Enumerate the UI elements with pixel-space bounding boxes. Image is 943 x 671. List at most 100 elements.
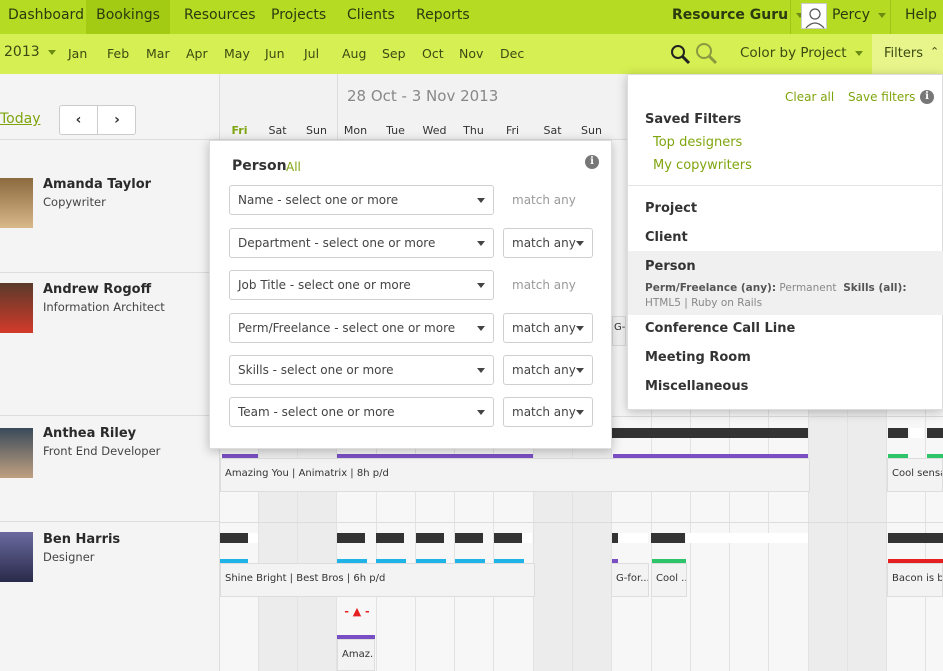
month-jun[interactable]: Jun bbox=[265, 46, 285, 61]
person-name: Anthea Riley bbox=[43, 426, 137, 441]
divider bbox=[628, 185, 943, 186]
nav-bookings[interactable]: Bookings bbox=[86, 0, 170, 34]
zoom-out-icon[interactable] bbox=[695, 42, 719, 70]
row-divider bbox=[220, 522, 943, 523]
nav-dashboard[interactable]: Dashboard bbox=[8, 0, 84, 34]
color-by-select[interactable]: Color by Project bbox=[740, 45, 863, 61]
filter-category-person[interactable]: Person Perm/Freelance (any): Permanent S… bbox=[628, 251, 943, 315]
info-icon[interactable]: i bbox=[920, 90, 934, 104]
match-select[interactable]: match any bbox=[503, 397, 593, 427]
month-aug[interactable]: Aug bbox=[342, 46, 366, 61]
nav-reports[interactable]: Reports bbox=[416, 0, 470, 34]
account-menu[interactable]: Resource Guru bbox=[672, 0, 805, 34]
perm-freelance-select[interactable]: Perm/Freelance - select one or more bbox=[229, 313, 494, 343]
skills-select[interactable]: Skills - select one or more bbox=[229, 355, 494, 385]
save-filters-link[interactable]: Save filters bbox=[848, 90, 915, 104]
booking-block[interactable]: G- bbox=[612, 316, 626, 346]
account-name: Resource Guru bbox=[672, 7, 789, 23]
all-link[interactable]: All bbox=[286, 160, 301, 174]
booking-label: Cool sensation bbox=[892, 468, 942, 479]
chevron-down-icon bbox=[878, 12, 886, 18]
month-feb[interactable]: Feb bbox=[107, 46, 129, 61]
job-title-select[interactable]: Job Title - select one or more bbox=[229, 270, 494, 300]
month-mar[interactable]: Mar bbox=[146, 46, 170, 61]
saved-filter-item[interactable]: My copywriters bbox=[653, 158, 752, 173]
match-select[interactable]: match any bbox=[503, 228, 593, 258]
filter-category-meeting[interactable]: Meeting Room bbox=[645, 350, 751, 365]
booking-label: Amazing You | Animatrix | 8h p/d bbox=[225, 468, 389, 479]
person-row[interactable]: Andrew Rogoff Information Architect bbox=[0, 273, 220, 416]
avatar bbox=[0, 428, 33, 478]
person-row[interactable]: Ben Harris Designer bbox=[0, 522, 220, 671]
month-oct[interactable]: Oct bbox=[422, 46, 444, 61]
chevron-down-icon bbox=[576, 326, 584, 331]
clear-all-link[interactable]: Clear all bbox=[785, 90, 834, 104]
chevron-down-icon bbox=[854, 50, 863, 56]
booking-block[interactable]: Shine Bright | Best Bros | 6h p/d bbox=[220, 563, 535, 597]
filter-category-label: Person bbox=[645, 259, 696, 274]
match-label: match any bbox=[512, 321, 576, 335]
saved-filter-item[interactable]: Top designers bbox=[653, 135, 742, 150]
team-select[interactable]: Team - select one or more bbox=[229, 397, 494, 427]
nav-help[interactable]: Help bbox=[905, 0, 937, 34]
month-jul[interactable]: Jul bbox=[304, 46, 319, 61]
booking-block[interactable]: G-for... bbox=[611, 563, 649, 597]
year-label: 2013 bbox=[4, 44, 40, 60]
booking-block[interactable]: Bacon is best bbox=[887, 563, 943, 597]
nav-clients[interactable]: Clients bbox=[347, 0, 395, 34]
booking-block[interactable]: Cool ... bbox=[651, 563, 687, 597]
summary-value: HTML5 bbox=[645, 297, 681, 309]
next-button[interactable]: › bbox=[98, 106, 136, 134]
person-role: Designer bbox=[43, 550, 95, 564]
booking-block[interactable]: Cool sensation bbox=[887, 458, 943, 492]
month-sep[interactable]: Sep bbox=[382, 46, 406, 61]
booking-block[interactable]: Amazing You | Animatrix | 8h p/d bbox=[220, 458, 810, 492]
nav-resources[interactable]: Resources bbox=[184, 0, 256, 34]
booking-block[interactable]: Amaz... bbox=[337, 639, 375, 671]
select-label: Skills - select one or more bbox=[238, 363, 394, 377]
filter-category-conference[interactable]: Conference Call Line bbox=[645, 321, 795, 336]
nav-projects[interactable]: Projects bbox=[271, 0, 326, 34]
availability-bar bbox=[651, 533, 685, 543]
prev-button[interactable]: ‹ bbox=[60, 106, 98, 134]
filter-category-project[interactable]: Project bbox=[645, 201, 697, 216]
person-name: Ben Harris bbox=[43, 532, 121, 547]
day-label: Fri bbox=[505, 124, 520, 137]
select-label: Job Title - select one or more bbox=[238, 278, 411, 292]
department-select[interactable]: Department - select one or more bbox=[229, 228, 494, 258]
user-menu[interactable]: Percy bbox=[832, 0, 886, 34]
month-bar: 2013 Jan Feb Mar Apr May Jun Jul Aug Sep… bbox=[0, 34, 943, 74]
chevron-down-icon bbox=[477, 241, 485, 246]
month-dec[interactable]: Dec bbox=[500, 46, 524, 61]
name-select[interactable]: Name - select one or more bbox=[229, 185, 494, 215]
month-nov[interactable]: Nov bbox=[459, 46, 483, 61]
avatar bbox=[0, 283, 33, 333]
info-icon[interactable]: i bbox=[585, 155, 599, 169]
warning-icon[interactable]: - ▲ - bbox=[339, 605, 375, 618]
filter-category-misc[interactable]: Miscellaneous bbox=[645, 379, 748, 394]
match-select[interactable]: match any bbox=[503, 313, 593, 343]
today-link[interactable]: Today bbox=[0, 111, 41, 127]
filters-button[interactable]: Filters ⌃ bbox=[872, 34, 943, 74]
filter-category-client[interactable]: Client bbox=[645, 230, 688, 245]
availability-bar bbox=[220, 533, 248, 543]
month-apr[interactable]: Apr bbox=[186, 46, 208, 61]
user-avatar[interactable] bbox=[801, 3, 827, 29]
year-select[interactable]: 2013 bbox=[4, 44, 56, 60]
match-select[interactable]: match any bbox=[503, 355, 593, 385]
summary-separator: | bbox=[684, 297, 688, 309]
person-row[interactable]: Anthea Riley Front End Developer bbox=[0, 416, 220, 522]
availability-bar bbox=[888, 428, 908, 438]
people-column: Today ‹ › Amanda Taylor Copywriter Andre… bbox=[0, 74, 220, 671]
saved-filters-title: Saved Filters bbox=[645, 112, 742, 127]
zoom-in-icon[interactable] bbox=[670, 44, 692, 70]
person-row[interactable]: Amanda Taylor Copywriter bbox=[0, 140, 220, 273]
day-label: Tue bbox=[386, 124, 405, 137]
chevron-down-icon bbox=[477, 283, 485, 288]
chevron-down-icon bbox=[576, 241, 584, 246]
person-filter-popover: Person All i Name - select one or more m… bbox=[209, 140, 612, 449]
chevron-up-icon: ⌃ bbox=[930, 45, 940, 58]
chevron-down-icon bbox=[477, 198, 485, 203]
month-jan[interactable]: Jan bbox=[68, 46, 87, 61]
month-may[interactable]: May bbox=[224, 46, 250, 61]
